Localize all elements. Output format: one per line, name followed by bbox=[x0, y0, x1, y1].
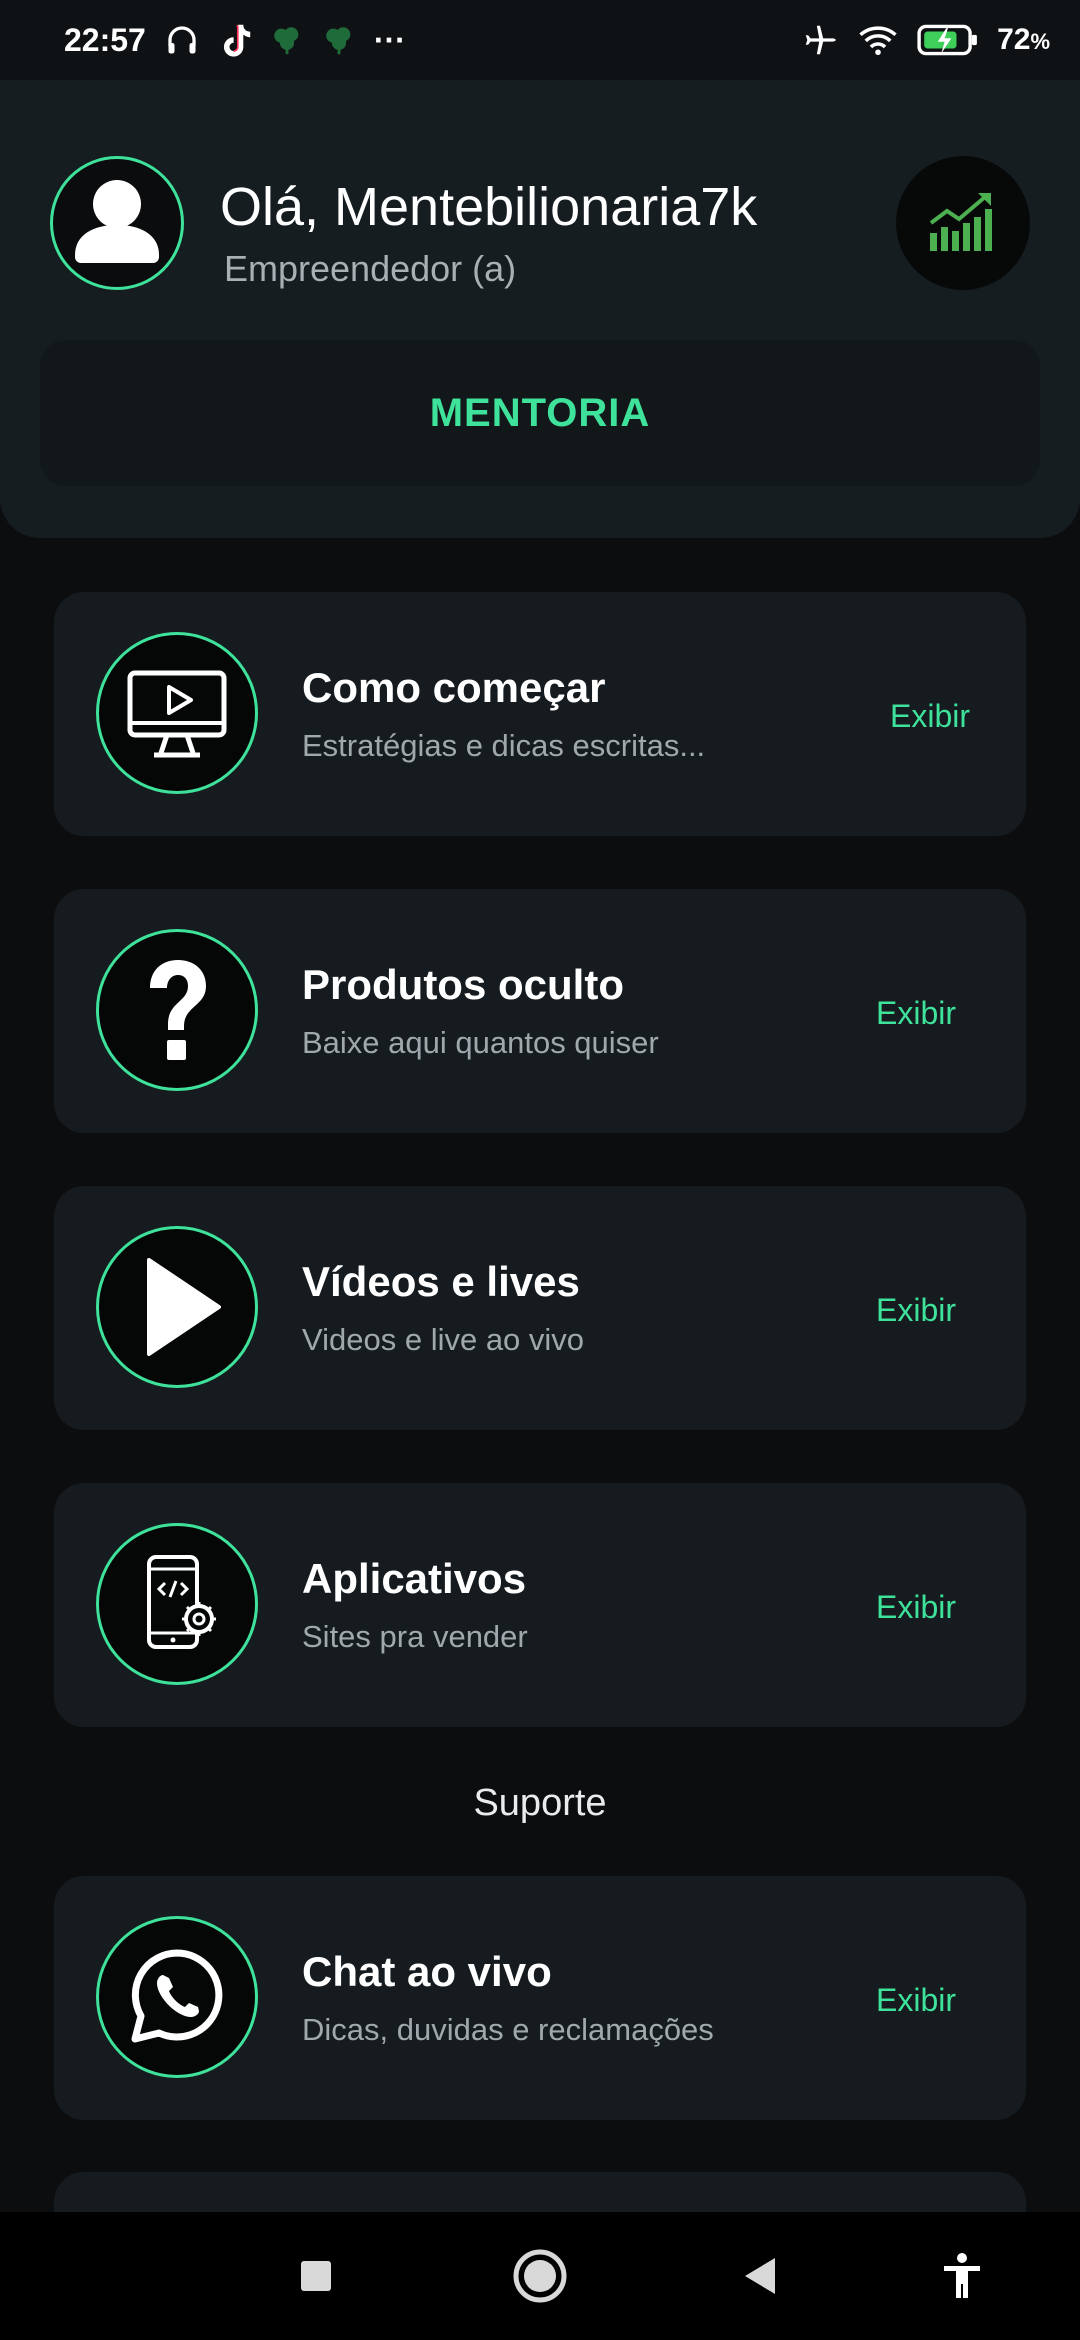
card-aplicativos[interactable]: Aplicativos Sites pra vender Exibir bbox=[54, 1483, 1026, 1727]
leaf-icon bbox=[270, 23, 304, 57]
card-title: Chat ao vivo bbox=[302, 1948, 552, 1995]
exibir-link[interactable]: Exibir bbox=[876, 1292, 956, 1329]
card-subtitle: Sites pra vender bbox=[302, 1619, 528, 1654]
play-icon bbox=[96, 1226, 258, 1388]
leaf-icon bbox=[322, 23, 356, 57]
question-mark-icon bbox=[96, 929, 258, 1091]
support-section-title: Suporte bbox=[473, 1782, 607, 1824]
tiktok-icon bbox=[218, 22, 252, 58]
exibir-link[interactable]: Exibir bbox=[876, 995, 956, 1032]
whatsapp-icon bbox=[96, 1916, 258, 2078]
battery-percent-unit: % bbox=[1030, 29, 1050, 54]
headphones-icon bbox=[164, 22, 200, 58]
status-time: 22:57 bbox=[64, 21, 146, 58]
profile-header: Olá, Mentebilionaria7k Empreendedor (a) … bbox=[0, 80, 1080, 538]
home-icon[interactable] bbox=[510, 2246, 570, 2306]
mobile-code-icon bbox=[96, 1523, 258, 1685]
more-icon: ··· bbox=[373, 21, 406, 58]
card-title: Aplicativos bbox=[302, 1555, 527, 1602]
card-chat-ao-vivo[interactable]: Chat ao vivo Dicas, duvidas e reclamaçõe… bbox=[54, 1876, 1026, 2120]
avatar[interactable] bbox=[50, 156, 184, 290]
card-title: Vídeos e lives bbox=[302, 1258, 580, 1305]
growth-chart-icon bbox=[928, 189, 998, 258]
system-nav-bar bbox=[0, 2212, 1080, 2340]
card-videos-e-lives[interactable]: Vídeos e lives Videos e live ao vivo Exi… bbox=[54, 1186, 1026, 1430]
card-subtitle: Dicas, duvidas e reclamações bbox=[302, 2012, 714, 2047]
back-icon[interactable] bbox=[730, 2246, 790, 2306]
app-screen: 22:57 ··· 72% Olá, Mentebilionaria7k Emp… bbox=[0, 0, 1080, 2340]
status-bar: 22:57 ··· 72% bbox=[0, 0, 1080, 80]
accessibility-icon[interactable] bbox=[932, 2246, 992, 2306]
card-subtitle: Baixe aqui quantos quiser bbox=[302, 1025, 659, 1060]
wifi-icon bbox=[857, 22, 899, 58]
card-subtitle: Estratégias e dicas escritas... bbox=[302, 728, 706, 763]
battery-percent: 72 bbox=[997, 23, 1031, 56]
stats-button[interactable] bbox=[896, 156, 1030, 290]
greeting-text: Olá, Mentebilionaria7k bbox=[220, 177, 758, 237]
recents-icon[interactable] bbox=[286, 2246, 346, 2306]
exibir-link[interactable]: Exibir bbox=[876, 1982, 956, 2019]
card-subtitle: Videos e live ao vivo bbox=[302, 1322, 585, 1357]
exibir-link[interactable]: Exibir bbox=[876, 1589, 956, 1626]
card-title: Como começar bbox=[302, 664, 606, 711]
exibir-link[interactable]: Exibir bbox=[890, 698, 970, 735]
battery-charging-icon bbox=[917, 23, 979, 57]
card-produtos-oculto[interactable]: Produtos oculto Baixe aqui quantos quise… bbox=[54, 889, 1026, 1133]
airplane-icon bbox=[801, 21, 839, 59]
monitor-play-icon bbox=[96, 632, 258, 794]
mentoria-button[interactable]: MENTORIA bbox=[40, 340, 1040, 486]
card-como-comecar[interactable]: Como começar Estratégias e dicas escrita… bbox=[54, 592, 1026, 836]
user-role: Empreendedor (a) bbox=[224, 248, 517, 289]
card-title: Produtos oculto bbox=[302, 961, 624, 1008]
user-icon bbox=[67, 171, 167, 276]
